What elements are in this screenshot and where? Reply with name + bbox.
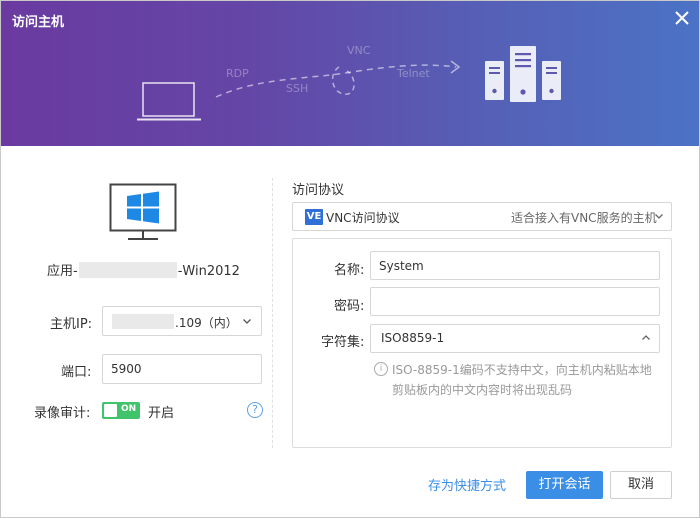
info-icon: i xyxy=(374,362,388,376)
record-audit-toggle[interactable]: ON xyxy=(102,402,140,419)
host-name: 应用- -Win2012 xyxy=(47,260,247,279)
port-label: 端口: xyxy=(61,365,92,380)
save-shortcut-button[interactable]: 存为快捷方式 xyxy=(428,475,506,494)
host-ip-select[interactable]: .109（内） xyxy=(102,306,262,336)
protocol-select[interactable]: VE VNC访问协议 适合接入有VNC服务的主机 xyxy=(292,202,672,231)
header-banner: RDP SSH VNC Telnet 访问主机 xyxy=(1,1,699,146)
protocol-label-telnet: Telnet xyxy=(397,67,430,80)
host-name-prefix: 应用- xyxy=(47,264,78,279)
record-audit-label: 录像审计: xyxy=(34,406,91,421)
host-name-suffix: -Win2012 xyxy=(177,264,240,279)
password-input[interactable] xyxy=(370,287,660,316)
charset-warning-text: ISO-8859-1编码不支持中文，向主机内粘贴本地剪贴板内的中文内容时将出现乱… xyxy=(392,363,652,397)
redacted-name-mask xyxy=(78,262,177,278)
windows-monitor-icon xyxy=(109,183,177,240)
toggle-knob xyxy=(104,404,117,417)
protocol-selected: VNC访问协议 xyxy=(326,211,400,225)
protocol-label-rdp: RDP xyxy=(226,67,249,80)
charset-label: 字符集: xyxy=(321,335,365,350)
chevron-down-icon xyxy=(243,319,251,324)
protocol-label-vnc: VNC xyxy=(347,44,371,57)
charset-value: ISO8859-1 xyxy=(381,331,445,345)
help-icon[interactable]: ? xyxy=(247,402,263,418)
charset-select[interactable]: ISO8859-1 xyxy=(370,324,660,353)
redacted-ip-mask xyxy=(112,314,174,329)
connection-loop xyxy=(331,66,355,95)
connection-illustration xyxy=(137,46,561,121)
close-icon[interactable] xyxy=(671,7,693,29)
chevron-down-icon xyxy=(655,214,663,219)
column-divider xyxy=(272,178,273,448)
name-label: 名称: xyxy=(334,263,365,278)
laptop-icon xyxy=(137,82,201,121)
vnc-protocol-icon: VE xyxy=(305,209,323,225)
access-host-dialog: RDP SSH VNC Telnet 访问主机 应用- -Win2012 主机IP… xyxy=(0,0,700,518)
chevron-up-icon xyxy=(642,335,650,340)
host-ip-value: .109（内） xyxy=(175,316,238,330)
protocol-hint: 适合接入有VNC服务的主机 xyxy=(511,211,657,225)
cancel-button[interactable]: 取消 xyxy=(610,471,672,499)
protocol-label-ssh: SSH xyxy=(286,82,309,95)
open-session-button[interactable]: 打开会话 xyxy=(526,471,603,499)
host-ip-label: 主机IP: xyxy=(50,317,93,332)
record-audit-state: 开启 xyxy=(148,406,175,421)
protocol-section-title: 访问协议 xyxy=(292,183,345,198)
dialog-title: 访问主机 xyxy=(12,15,65,30)
windows-logo-icon xyxy=(127,191,159,224)
password-label: 密码: xyxy=(334,299,365,314)
toggle-on-text: ON xyxy=(121,404,137,414)
port-input[interactable]: 5900 xyxy=(102,354,262,384)
name-input[interactable]: System xyxy=(370,251,660,280)
